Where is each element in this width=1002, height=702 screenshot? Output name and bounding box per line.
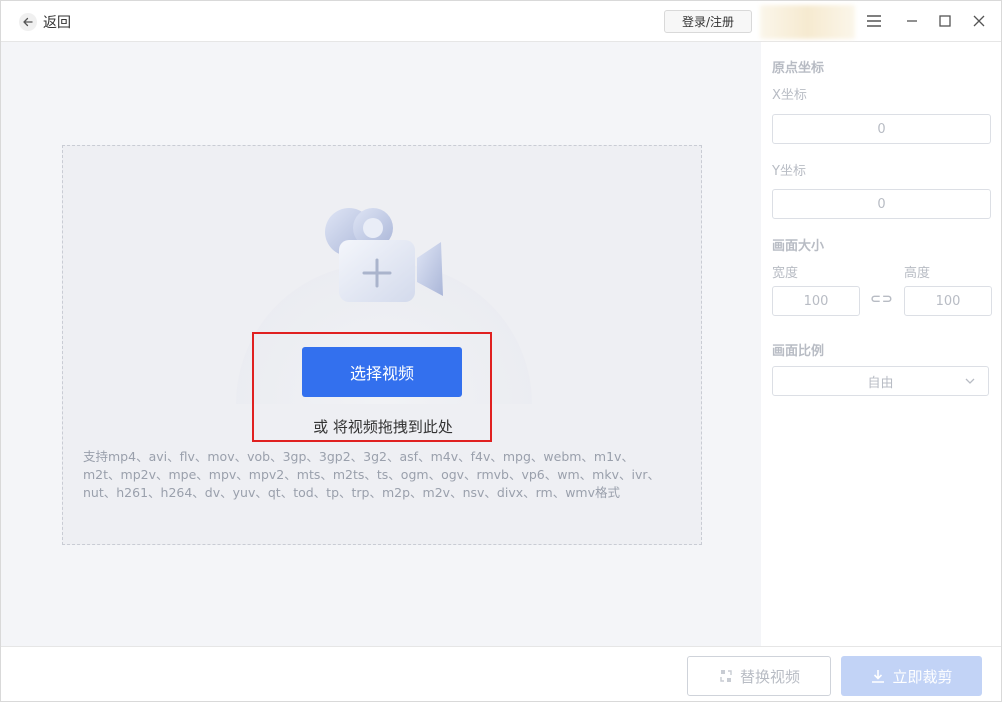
height-input[interactable]: 100 xyxy=(904,286,992,316)
x-coordinate-input[interactable]: 0 xyxy=(772,114,991,144)
size-section-title: 画面大小 xyxy=(772,239,825,254)
supported-formats-text: 支持mp4、avi、flv、mov、vob、3gp、3gp2、3g2、asf、m… xyxy=(83,448,673,502)
formats-line: m2t、mp2v、mpe、mpv、mpv2、mts、m2ts、ts、ogm、og… xyxy=(83,467,660,482)
crop-now-button[interactable]: 立即裁剪 xyxy=(841,656,982,696)
height-label: 高度 xyxy=(904,266,931,281)
back-button[interactable]: 返回 xyxy=(19,11,71,33)
maximize-icon[interactable] xyxy=(936,12,954,30)
app-window: 返回 登录/注册 选择视频 或 将视频拖拽到此处 支持mp4、avi、flv、m… xyxy=(0,0,1002,702)
replace-video-button[interactable]: 替换视频 xyxy=(687,656,831,696)
y-coordinate-label: Y坐标 xyxy=(772,164,806,179)
main-area: 选择视频 或 将视频拖拽到此处 支持mp4、avi、flv、mov、vob、3g… xyxy=(1,42,761,646)
arrow-left-icon xyxy=(19,13,37,31)
crop-now-label: 立即裁剪 xyxy=(892,667,953,686)
back-label: 返回 xyxy=(43,15,71,31)
width-input[interactable]: 100 xyxy=(772,286,860,316)
bottom-bar: 替换视频 立即裁剪 xyxy=(1,646,1001,701)
user-avatar-area[interactable] xyxy=(760,5,855,39)
x-coordinate-label: X坐标 xyxy=(772,88,807,103)
aspect-link-icon[interactable]: ⊂⊃ xyxy=(870,292,894,307)
aspect-ratio-select[interactable]: 自由 xyxy=(772,366,989,396)
width-label: 宽度 xyxy=(772,266,799,281)
y-coordinate-input[interactable]: 0 xyxy=(772,189,991,219)
chevron-down-icon xyxy=(965,378,975,384)
login-register-button[interactable]: 登录/注册 xyxy=(664,10,752,33)
formats-line: nut、h261、h264、dv、yuv、qt、tod、tp、trp、m2p、m… xyxy=(83,485,621,500)
minimize-icon[interactable] xyxy=(903,12,921,30)
close-icon[interactable] xyxy=(970,12,988,30)
highlight-box-annotation xyxy=(252,332,492,442)
origin-section-title: 原点坐标 xyxy=(772,61,825,76)
formats-line: 支持mp4、avi、flv、mov、vob、3gp、3gp2、3g2、asf、m… xyxy=(83,449,634,464)
hamburger-menu-icon[interactable] xyxy=(865,12,883,30)
crop-settings-panel: 原点坐标 X坐标 0 Y坐标 0 画面大小 宽度 高度 100 ⊂⊃ 100 画… xyxy=(761,42,1001,646)
title-bar: 返回 登录/注册 xyxy=(1,1,1001,42)
aspect-ratio-value: 自由 xyxy=(867,375,894,391)
video-camera-add-icon xyxy=(325,208,443,302)
ratio-section-title: 画面比例 xyxy=(772,344,825,359)
replace-video-label: 替换视频 xyxy=(739,667,800,686)
video-drop-zone[interactable]: 选择视频 或 将视频拖拽到此处 支持mp4、avi、flv、mov、vob、3g… xyxy=(62,145,702,545)
replace-icon xyxy=(720,670,732,682)
download-icon xyxy=(872,670,885,683)
